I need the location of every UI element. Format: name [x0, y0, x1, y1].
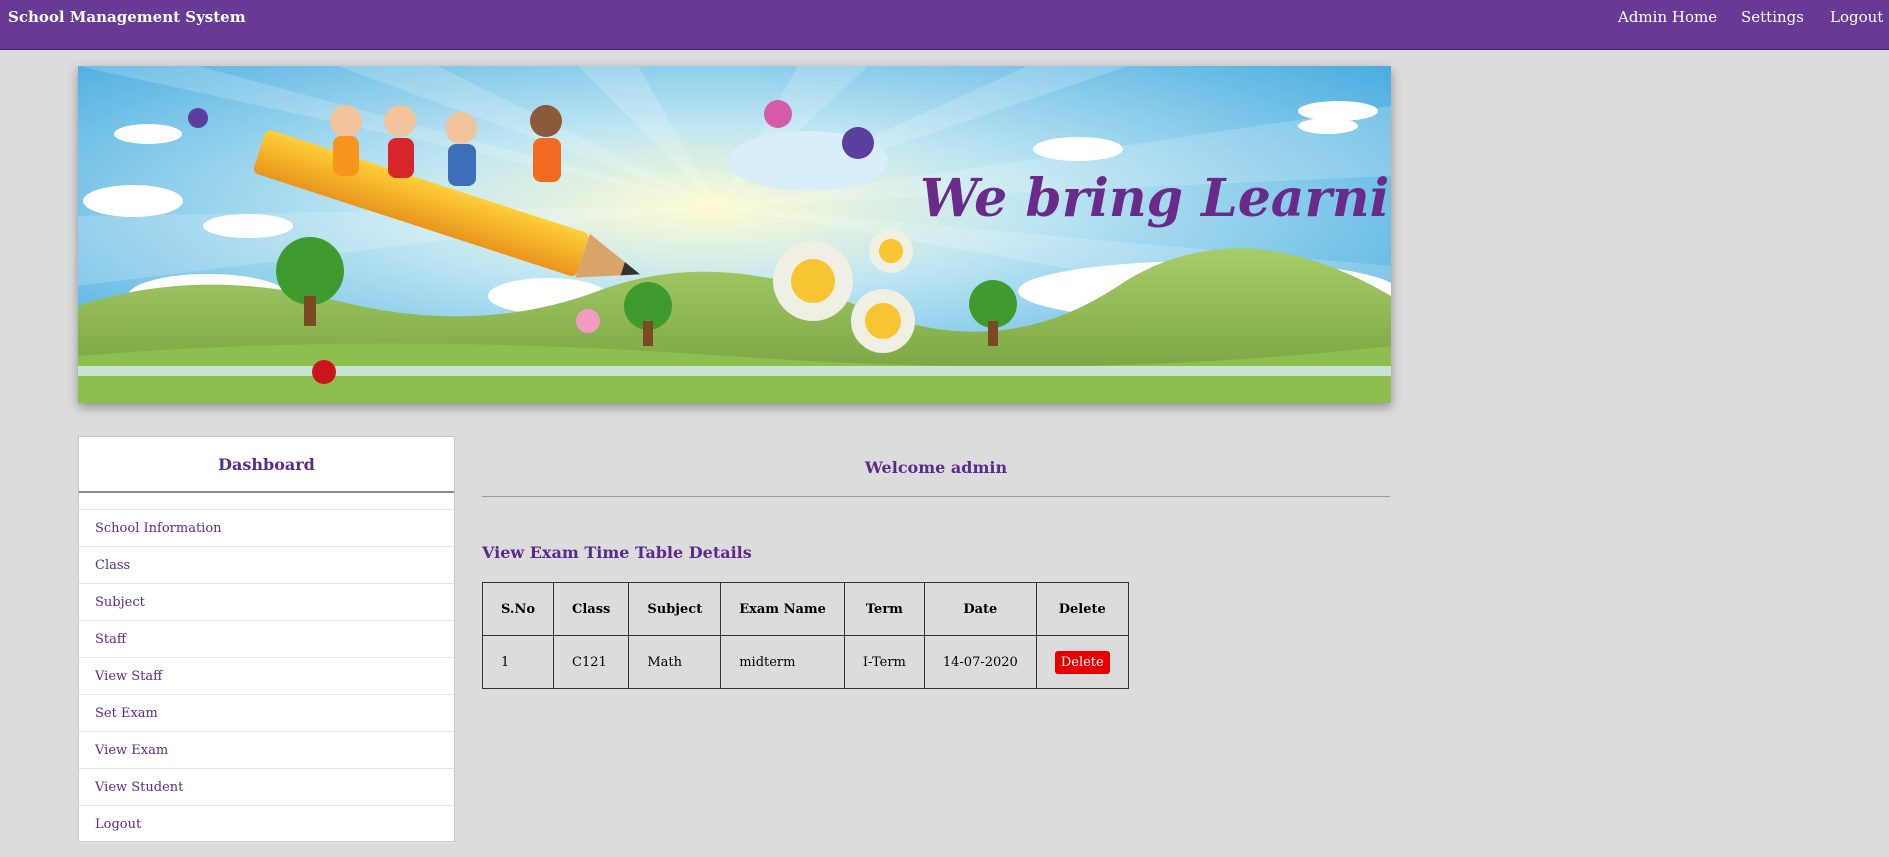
column-header-exam-name: Exam Name [720, 582, 845, 636]
top-navbar: School Management System Admin Home Sett… [0, 0, 1889, 50]
sidebar-menu: School Information Class Subject Staff V… [79, 509, 454, 843]
sidebar-item-logout[interactable]: Logout [79, 806, 454, 843]
banner-illustration: We bring Learning to Life [78, 66, 1391, 403]
column-header-class: Class [553, 582, 630, 636]
sidebar-item-view-exam[interactable]: View Exam [79, 732, 454, 769]
cell-subject: Math [628, 635, 722, 689]
delete-button[interactable]: Delete [1054, 650, 1110, 674]
exam-timetable: S.No Class Subject Exam Name Term Date D… [481, 582, 1129, 689]
welcome-heading: Welcome admin [864, 458, 1008, 477]
column-header-sno: S.No [481, 582, 555, 636]
nav-settings[interactable]: Settings [1741, 8, 1804, 26]
cell-class: C121 [553, 635, 630, 689]
cell-delete: Delete [1035, 635, 1129, 689]
section-title: View Exam Time Table Details [482, 543, 752, 562]
column-header-subject: Subject [628, 582, 722, 636]
sidebar-item-staff[interactable]: Staff [79, 621, 454, 658]
nav-logout[interactable]: Logout [1830, 8, 1883, 26]
cell-exam-name: midterm [720, 635, 845, 689]
brand-title[interactable]: School Management System [8, 8, 246, 26]
table-header-row: S.No Class Subject Exam Name Term Date D… [481, 582, 1129, 636]
banner-tagline: We bring Learning to Life [920, 168, 1391, 229]
sidebar-item-view-student[interactable]: View Student [79, 769, 454, 806]
cell-sno: 1 [481, 635, 555, 689]
sidebar-item-class[interactable]: Class [79, 547, 454, 584]
table-row: 1 C121 Math midterm I-Term 14-07-2020 De… [481, 635, 1129, 689]
column-header-delete: Delete [1035, 582, 1129, 636]
sidebar-item-school-information[interactable]: School Information [79, 510, 454, 547]
cell-term: I-Term [843, 635, 925, 689]
sidebar-item-set-exam[interactable]: Set Exam [79, 695, 454, 732]
sidebar-title: Dashboard [79, 437, 454, 493]
cell-date: 14-07-2020 [923, 635, 1037, 689]
hero-banner: We bring Learning to Life [78, 66, 1391, 403]
nav-admin-home[interactable]: Admin Home [1618, 8, 1717, 26]
column-header-date: Date [923, 582, 1037, 636]
sidebar-item-subject[interactable]: Subject [79, 584, 454, 621]
dashboard-sidebar: Dashboard School Information Class Subje… [78, 436, 455, 843]
divider [482, 496, 1390, 497]
sidebar-item-view-staff[interactable]: View Staff [79, 658, 454, 695]
column-header-term: Term [843, 582, 925, 636]
